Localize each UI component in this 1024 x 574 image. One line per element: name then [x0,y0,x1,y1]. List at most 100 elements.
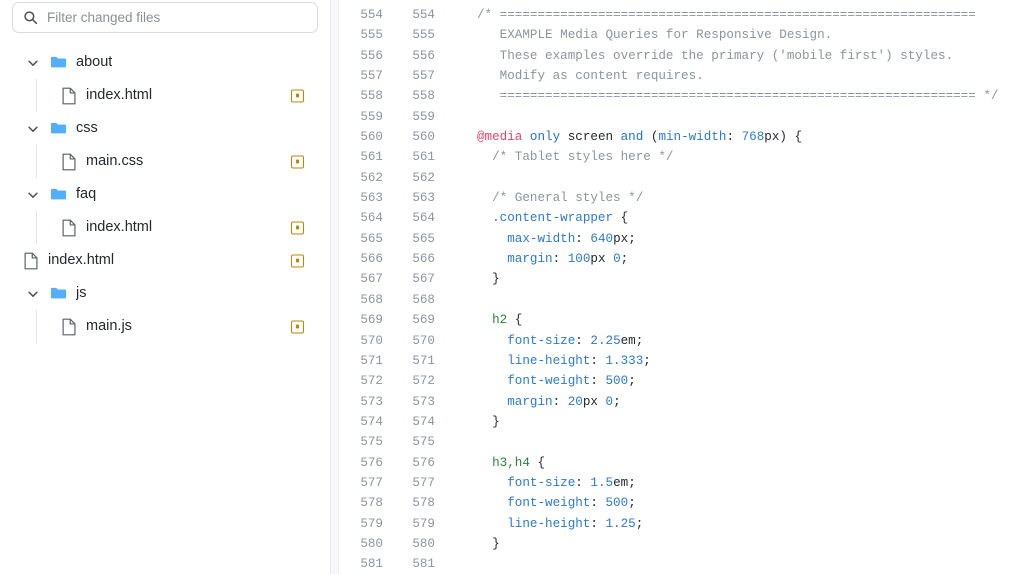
code-line-content[interactable]: font-weight: 500; [435,371,1024,391]
folder-icon [50,120,67,137]
line-number-old: 579 [360,516,383,531]
code-token-punct: ; [643,353,651,368]
tree-folder-row[interactable]: js [0,277,330,310]
code-token-num: 1.25 [605,516,636,531]
diff-code-pane: 554 554 /* ===============================… [330,0,1024,574]
code-line-content[interactable]: /* Tablet styles here */ [435,147,1024,167]
code-line-content[interactable]: } [435,269,1024,289]
line-number-old: 557 [360,69,383,84]
line-number-new: 561 [412,150,435,165]
code-line: 578 578 font-weight: 500; [331,493,1024,513]
code-token-punct: : [575,231,591,246]
code-line-content[interactable]: .content-wrapper { [435,208,1024,228]
line-number-old: 558 [360,89,383,104]
code-line-content[interactable]: Modify as content requires. [435,66,1024,86]
code-token-punct: ; [628,231,636,246]
status-dot [295,93,300,98]
line-number-old: 575 [360,435,383,450]
file-status-badge-modified[interactable] [291,254,304,267]
filter-field-wrap [12,2,318,33]
tree-folder-row[interactable]: css [0,112,330,145]
tree-file-row[interactable]: index.html [0,79,330,112]
code-line: 580 580 } [331,534,1024,554]
line-number-old: 571 [360,353,383,368]
line-number-old: 569 [360,313,383,328]
code-line-content[interactable]: margin: 20px 0; [435,392,1024,412]
filter-changed-files-input[interactable] [47,4,307,31]
code-token-num: 500 [605,374,629,389]
code-token-comment: /* Tablet styles here */ [477,150,674,165]
code-token-punct: ; [628,475,636,490]
chevron-down-icon[interactable] [26,188,40,202]
line-number-new: 572 [412,374,435,389]
code-token-num: 1.333 [605,353,644,368]
code-line: 561 561 /* Tablet styles here */ [331,147,1024,167]
code-line-content[interactable]: font-size: 1.5em; [435,473,1024,493]
tree-item-label: main.css [86,154,144,169]
code-line-content[interactable]: font-size: 2.25em; [435,331,1024,351]
file-status-badge-modified[interactable] [291,155,304,168]
tree-indent-guide [36,310,37,343]
code-line: 576 576 h3,h4 { [331,453,1024,473]
chevron-down-icon[interactable] [26,122,40,136]
code-token-punct: : [575,475,591,490]
code-line-content[interactable]: margin: 100px 0; [435,249,1024,269]
code-line-content[interactable]: max-width: 640px; [435,229,1024,249]
code-line: 558 558 =================================… [331,86,1024,106]
code-token-atrule: @media [477,130,523,145]
code-line: 571 571 line-height: 1.333; [331,351,1024,371]
code-line-content[interactable]: } [435,412,1024,432]
code-line-content[interactable]: ========================================… [435,86,1024,106]
tree-file-row[interactable]: index.html [0,211,330,244]
code-token-selclass: .content-wrapper [492,211,614,226]
line-number-new: 564 [412,211,435,226]
code-line: 568 568 [331,290,1024,310]
code-line-list: 554 554 /* ===============================… [331,0,1024,574]
code-line-content[interactable]: EXAMPLE Media Queries for Responsive Des… [435,25,1024,45]
code-token-num: 20 [567,394,583,409]
code-line-content[interactable]: line-height: 1.25; [435,514,1024,534]
code-token-punct: { [529,455,546,470]
code-token-punct: ; [635,516,644,531]
code-token-plain: screen [560,130,621,145]
tree-file-row[interactable]: index.html [0,244,330,277]
code-token-punct: ( [643,130,659,145]
file-status-badge-modified[interactable] [291,320,304,333]
code-line: 555 555 EXAMPLE Media Queries for Respons… [331,25,1024,45]
tree-indent-guide [36,79,37,112]
code-token-prop: line-height [507,353,591,368]
code-token-punct: : [552,394,568,409]
file-status-badge-modified[interactable] [291,89,304,102]
tree-folder-row[interactable]: about [0,46,330,79]
code-token-prop: font-size [507,475,576,490]
line-number-new: 554 [412,8,435,22]
code-token-num: 2.25 [590,333,621,348]
line-number-old: 573 [360,394,383,409]
line-number-new: 567 [412,272,435,287]
line-number-new: 579 [412,516,435,531]
code-token-punct: ; [620,252,629,267]
code-line-content[interactable]: /* =====================================… [435,5,1024,25]
tree-file-row[interactable]: main.css [0,145,330,178]
tree-folder-row[interactable]: faq [0,178,330,211]
code-line-content[interactable]: h3,h4 { [435,453,1024,473]
code-token-prop: line-height [507,516,591,531]
code-line-content[interactable]: line-height: 1.333; [435,351,1024,371]
code-token-prop: margin [507,252,553,267]
code-line-content[interactable]: font-weight: 500; [435,493,1024,513]
file-status-badge-modified[interactable] [291,221,304,234]
code-token-punct: ; [628,374,636,389]
code-line-content[interactable]: /* General styles */ [435,188,1024,208]
filter-changed-files-box[interactable] [12,2,318,33]
code-line-content[interactable]: These examples override the primary ('mo… [435,46,1024,66]
code-line-content[interactable]: } [435,534,1024,554]
status-dot [295,159,300,164]
tree-file-row[interactable]: main.js [0,310,330,343]
code-line-content[interactable]: @media only screen and (min-width: 768px… [435,127,1024,147]
chevron-down-icon[interactable] [26,56,40,70]
code-line-content[interactable]: h2 { [435,310,1024,330]
folder-icon [50,54,67,71]
chevron-down-icon[interactable] [26,287,40,301]
